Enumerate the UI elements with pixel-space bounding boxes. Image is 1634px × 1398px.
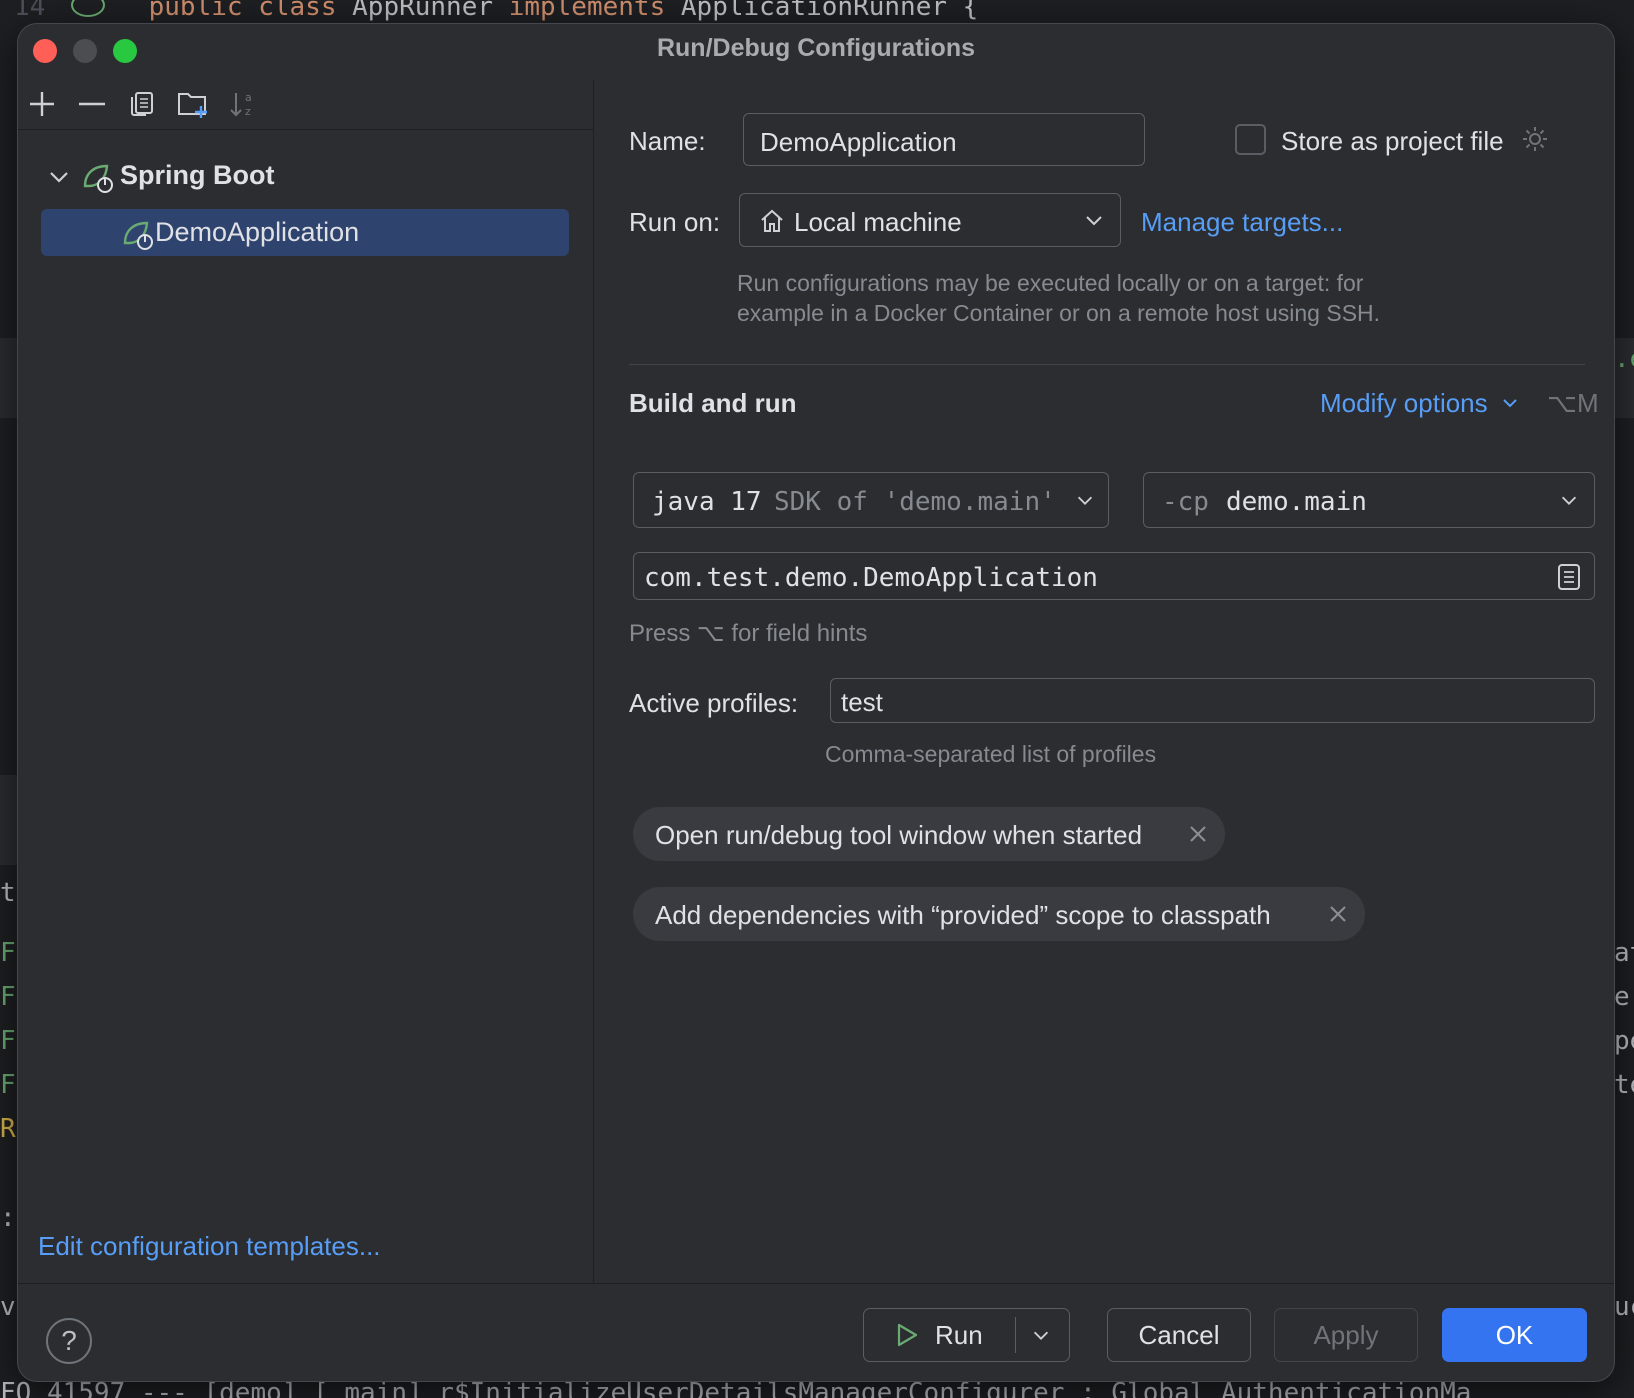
add-icon[interactable] — [22, 84, 62, 124]
browse-class-icon[interactable] — [1556, 563, 1582, 591]
run-button[interactable]: Run — [864, 1309, 1014, 1361]
chevron-down-icon — [1561, 496, 1577, 505]
dialog-footer: ? Run Cancel Apply OK — [18, 1283, 1614, 1381]
chevron-down-icon — [1077, 496, 1093, 505]
background-gutter-text: e: — [1614, 982, 1634, 1012]
spring-boot-icon — [123, 221, 153, 250]
name-field[interactable]: DemoApplication — [743, 113, 1145, 166]
background-gutter-text: F — [0, 1070, 16, 1100]
tree-group-label: Spring Boot — [120, 160, 275, 190]
classpath-prefix: -cp — [1162, 487, 1209, 517]
tree-toolbar: az — [18, 80, 594, 130]
run-on-label: Run on: — [629, 207, 721, 237]
run-on-value: Local machine — [794, 207, 962, 237]
configuration-tree-panel: az Spring Boot DemoApplication Edit conf… — [18, 80, 594, 1283]
chevron-down-icon — [1086, 216, 1102, 226]
spring-boot-icon — [83, 164, 113, 193]
main-class-field[interactable]: com.test.demo.DemoApplication — [633, 552, 1595, 600]
ok-button[interactable]: OK — [1442, 1308, 1587, 1362]
jdk-detail: SDK of 'demo.main' — [774, 487, 1056, 517]
help-button[interactable]: ? — [46, 1318, 92, 1364]
run-on-hint-line-1: Run configurations may be executed local… — [737, 270, 1364, 296]
run-button-label: Run — [935, 1320, 983, 1350]
dialog-title: Run/Debug Configurations — [656, 34, 976, 62]
jdk-version: java 17 — [652, 487, 762, 517]
run-button-group: Run — [863, 1308, 1070, 1362]
background-gutter-text: F — [0, 938, 16, 968]
home-icon — [761, 209, 783, 232]
run-on-select[interactable]: Local machine — [739, 193, 1121, 247]
option-chip-open-tool-window: Open run/debug tool window when started — [633, 807, 1225, 861]
name-label: Name: — [629, 126, 706, 156]
background-gutter-text: F — [0, 982, 16, 1012]
build-and-run-heading: Build and run — [629, 388, 797, 418]
run-split-divider — [1015, 1317, 1016, 1353]
title-bar: Run/Debug Configurations — [18, 24, 1614, 80]
background-gutter-text: at — [1614, 938, 1634, 968]
active-profiles-hint: Comma-separated list of profiles — [825, 741, 1157, 767]
sort-icon[interactable]: az — [223, 84, 263, 124]
gear-icon[interactable] — [1520, 124, 1550, 154]
background-gutter-text: uc — [1614, 1292, 1634, 1322]
close-icon[interactable] — [1325, 901, 1351, 927]
line-number: 14 — [14, 0, 46, 22]
cancel-button[interactable]: Cancel — [1107, 1308, 1251, 1362]
play-icon — [897, 1323, 918, 1347]
background-gutter-text: tu — [0, 878, 18, 908]
run-debug-configurations-dialog: Run/Debug Configurations az Spring Boot … — [17, 23, 1615, 1382]
store-as-project-file-checkbox[interactable] — [1235, 124, 1266, 155]
edit-configuration-templates-link[interactable]: Edit configuration templates... — [38, 1231, 381, 1262]
background-gutter-text: R — [0, 1114, 16, 1144]
apply-button[interactable]: Apply — [1274, 1308, 1418, 1362]
classpath-module-select[interactable]: -cp demo.main — [1143, 472, 1595, 528]
section-divider — [629, 364, 1585, 365]
background-gutter-text: te — [1614, 1070, 1634, 1100]
active-profiles-label: Active profiles: — [629, 688, 799, 718]
run-on-hint-line-2: example in a Docker Container or on a re… — [737, 300, 1381, 326]
background-gutter-text: pe — [1614, 1026, 1634, 1056]
jdk-select[interactable]: java 17 SDK of 'demo.main' — [633, 472, 1109, 528]
new-folder-icon[interactable] — [173, 84, 213, 124]
main-class-value: com.test.demo.DemoApplication — [644, 563, 1098, 593]
background-gutter-text: v — [0, 1292, 16, 1322]
configuration-form: Name: DemoApplication Store as project f… — [595, 80, 1614, 1283]
chevron-down-icon — [1503, 399, 1517, 408]
background-gutter-text: .e — [1614, 344, 1634, 374]
store-as-project-file-label: Store as project file — [1281, 126, 1504, 156]
chevron-down-icon[interactable] — [44, 162, 74, 192]
spring-run-gutter-icon — [70, 0, 105, 17]
active-profiles-field[interactable]: test — [830, 678, 1595, 723]
background-band — [0, 775, 18, 865]
svg-text:a: a — [245, 91, 252, 104]
modify-options-shortcut: ⌥M — [1547, 388, 1599, 418]
background-gutter-text: F — [0, 1026, 16, 1056]
tree-item-label: DemoApplication — [155, 217, 360, 247]
background-gutter-text: : — [0, 1203, 16, 1233]
classpath-module: demo.main — [1226, 487, 1367, 517]
tree-group-spring-boot[interactable]: Spring Boot — [18, 156, 594, 200]
field-hint: Press ⌥ for field hints — [629, 620, 868, 647]
modify-options-link[interactable]: Modify options — [1320, 388, 1519, 419]
remove-icon[interactable] — [72, 84, 112, 124]
tree-item-demoapplication[interactable]: DemoApplication — [41, 209, 569, 256]
close-icon[interactable] — [1185, 821, 1211, 847]
option-chip-provided-scope: Add dependencies with “provided” scope t… — [633, 887, 1365, 941]
svg-text:z: z — [245, 105, 251, 118]
manage-targets-link[interactable]: Manage targets... — [1141, 207, 1343, 238]
background-band — [0, 338, 18, 418]
chevron-down-icon[interactable] — [1030, 1324, 1052, 1346]
copy-icon[interactable] — [122, 84, 162, 124]
